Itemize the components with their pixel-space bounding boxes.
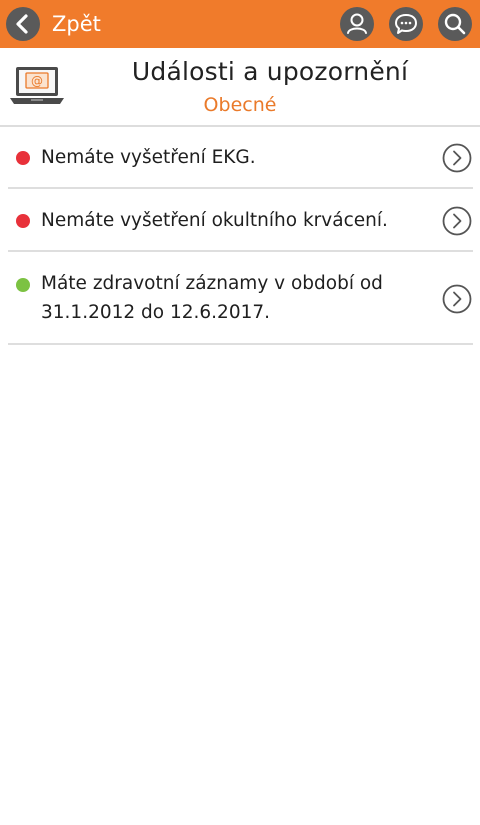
chevron-right-icon[interactable]	[442, 143, 472, 173]
chat-icon[interactable]	[389, 7, 423, 41]
chevron-left-icon	[6, 7, 40, 41]
chevron-right-icon[interactable]	[442, 206, 472, 236]
back-button[interactable]: Zpět	[6, 6, 101, 42]
page-header: @ Události a upozornění Obecné	[0, 48, 480, 126]
list-item[interactable]: Máte zdravotní záznamy v období od 31.1.…	[0, 252, 480, 345]
list-item-text: Nemáte vyšetření EKG.	[41, 147, 256, 168]
page-subtitle: Obecné	[203, 94, 277, 116]
status-dot-red	[16, 151, 30, 165]
svg-text:@: @	[31, 74, 43, 88]
user-icon[interactable]	[340, 7, 374, 41]
status-dot-green	[16, 278, 30, 292]
events-list: Nemáte vyšetření EKG. Nemáte vyšetření o…	[0, 127, 480, 345]
list-item-text: Máte zdravotní záznamy v období od 31.1.…	[41, 273, 383, 323]
list-item-text: Nemáte vyšetření okultního krvácení.	[41, 210, 388, 231]
back-label: Zpět	[52, 12, 101, 36]
chevron-right-icon[interactable]	[442, 284, 472, 314]
row-divider	[8, 343, 473, 345]
list-item[interactable]: Nemáte vyšetření okultního krvácení.	[0, 189, 480, 252]
list-item[interactable]: Nemáte vyšetření EKG.	[0, 127, 480, 189]
top-bar: Zpět	[0, 0, 480, 48]
status-dot-red	[16, 214, 30, 228]
page-title: Události a upozornění	[131, 57, 409, 86]
search-icon[interactable]	[438, 7, 472, 41]
